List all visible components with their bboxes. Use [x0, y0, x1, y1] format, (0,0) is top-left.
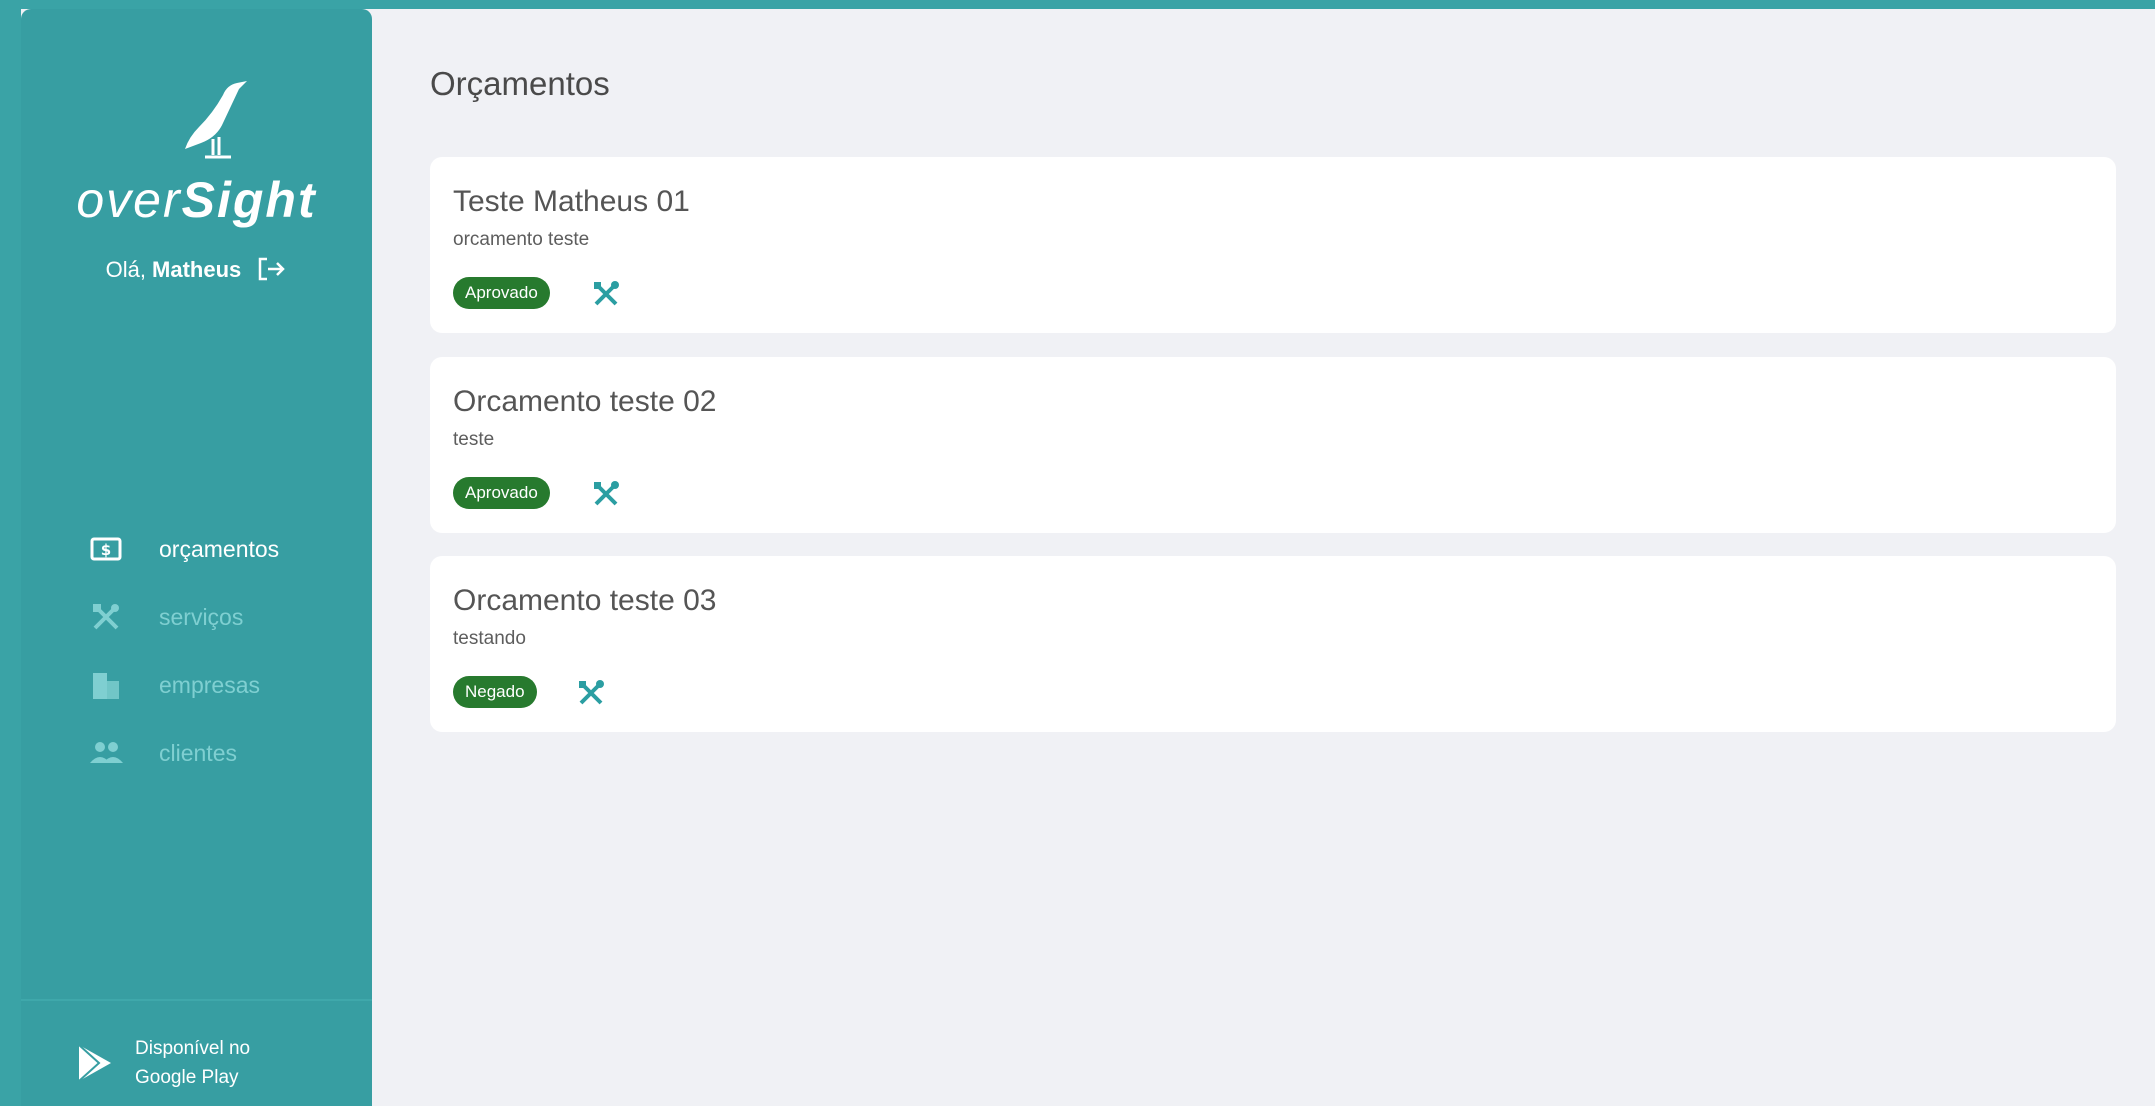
budget-card[interactable]: Teste Matheus 01 orcamento teste Aprovad…	[430, 157, 2116, 333]
sidebar: overSight Olá, Matheus $ orçamentos serv…	[21, 9, 372, 1106]
building-icon	[89, 670, 123, 700]
tools-icon[interactable]	[590, 479, 622, 509]
budget-description: testando	[453, 628, 526, 649]
nav-item-empresas[interactable]: empresas	[89, 665, 359, 705]
tools-icon[interactable]	[590, 279, 622, 309]
nav-item-label: orçamentos	[159, 535, 280, 562]
budget-description: orcamento teste	[453, 229, 590, 250]
logout-icon[interactable]	[257, 257, 287, 281]
svg-text:$: $	[101, 541, 111, 559]
nav-item-label: serviços	[159, 603, 244, 630]
brand-name: overSight	[21, 171, 372, 229]
money-icon: $	[89, 534, 123, 564]
google-play-icon	[78, 1044, 111, 1082]
user-greeting: Olá, Matheus	[21, 257, 372, 283]
user-name: Matheus	[152, 257, 242, 282]
tools-icon	[89, 602, 123, 632]
status-badge: Aprovado	[453, 277, 550, 309]
people-icon	[89, 738, 123, 768]
google-play-line2: Google Play	[135, 1067, 239, 1088]
google-play-text: Disponível no Google Play	[135, 1034, 250, 1092]
budget-description: teste	[453, 429, 495, 450]
page-title: Orçamentos	[430, 65, 610, 102]
status-badge: Negado	[453, 676, 537, 708]
google-play-line1: Disponível no	[135, 1038, 251, 1059]
nav-item-clientes[interactable]: clientes	[89, 733, 359, 773]
budget-card[interactable]: Orcamento teste 03 testando Negado	[430, 556, 2116, 732]
bird-logo-icon	[185, 81, 247, 159]
nav-item-label: clientes	[159, 739, 237, 766]
tools-icon[interactable]	[575, 678, 607, 708]
greeting-prefix: Olá,	[105, 257, 153, 282]
nav-item-label: empresas	[159, 671, 260, 698]
budget-title: Orcamento teste 02	[453, 385, 717, 418]
nav-item-servicos[interactable]: serviços	[89, 597, 359, 637]
budget-title: Orcamento teste 03	[453, 584, 717, 617]
budget-card[interactable]: Orcamento teste 02 teste Aprovado	[430, 357, 2116, 533]
nav-item-orcamentos[interactable]: $ orçamentos	[89, 529, 359, 569]
brand-name-light: over	[76, 172, 182, 228]
divider	[21, 999, 372, 1001]
budget-title: Teste Matheus 01	[453, 185, 690, 218]
brand-name-bold: Sight	[181, 172, 317, 228]
status-badge: Aprovado	[453, 477, 550, 509]
google-play-link[interactable]: Disponível no Google Play	[75, 1034, 250, 1092]
